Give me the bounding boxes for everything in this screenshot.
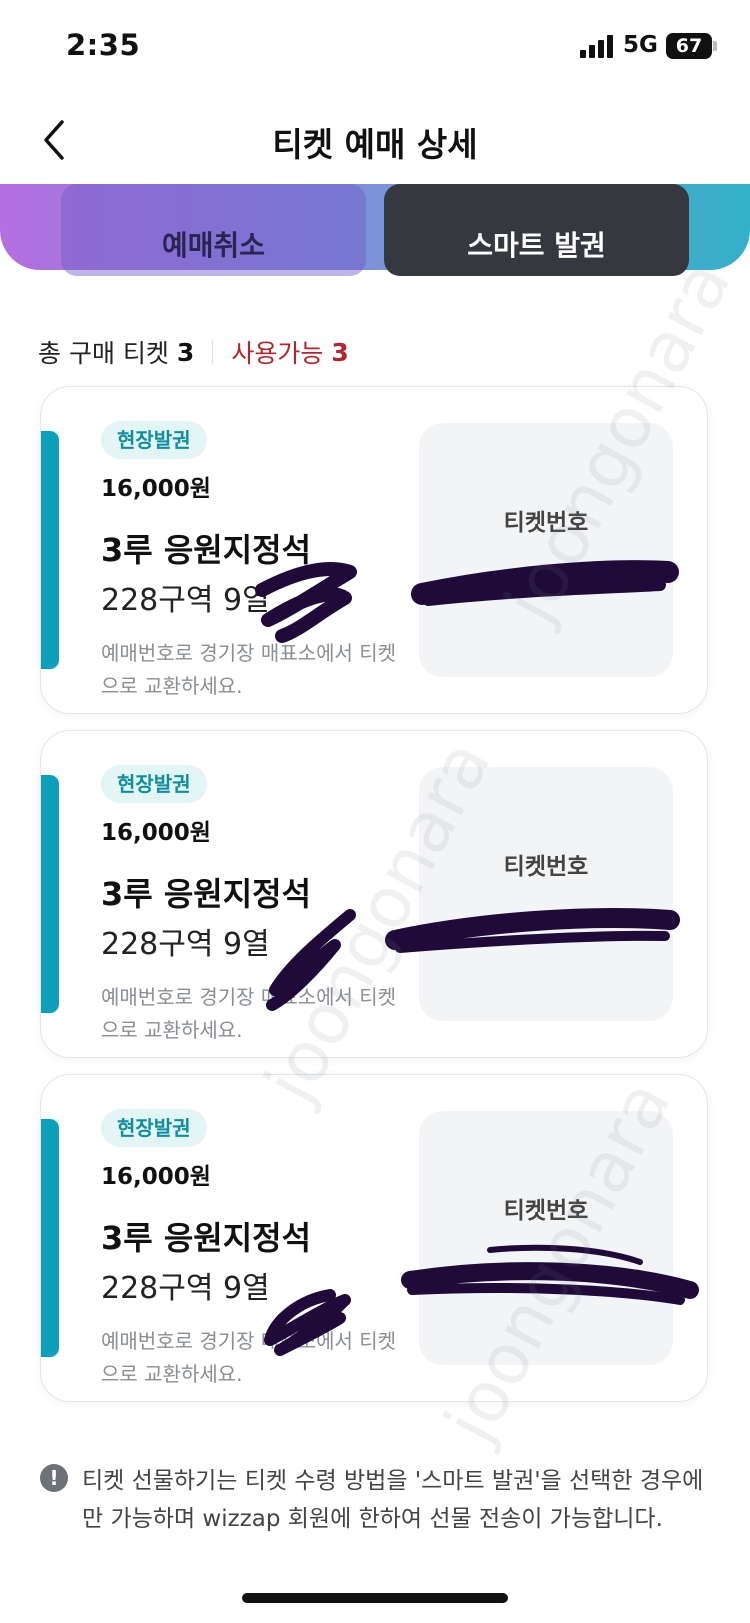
ticket-price: 16,000원 — [101, 820, 211, 846]
pickup-note: 예매번호로 경기장 매표소에서 티켓으로 교환하세요. — [101, 641, 397, 698]
seat-section: 228구역 9열 — [101, 583, 270, 618]
seat-section: 228구역 9열 — [101, 927, 270, 962]
ticket-number-label: 티켓번호 — [503, 854, 589, 880]
smart-ticket-button[interactable]: 스마트 발권 — [384, 184, 689, 276]
ticket-summary: 총 구매 티켓 3 사용가능 3 — [38, 334, 349, 370]
notice-text: 티켓 선물하기는 티켓 수령 방법을 '스마트 발권'을 선택한 경우에만 가능… — [82, 1468, 704, 1532]
status-bar: 2:35 5G 67 — [0, 0, 750, 96]
seat-type: 3루 응원지정석 — [101, 1219, 312, 1257]
pickup-type-badge: 현장발권 — [101, 765, 207, 803]
seat-type: 3루 응원지정석 — [101, 875, 312, 913]
page-title: 티켓 예매 상세 — [272, 125, 478, 164]
ticket-number-label: 티켓번호 — [503, 1198, 589, 1224]
ticket-accent-bar — [41, 775, 59, 1013]
ticket-accent-bar — [41, 431, 59, 669]
header: 티켓 예매 상세 — [0, 98, 750, 184]
ticket-card[interactable]: 현장발권 16,000원 3루 응원지정석 228구역 9열 예매번호로 경기장… — [40, 730, 708, 1058]
home-indicator[interactable] — [242, 1593, 508, 1603]
ticket-accent-bar — [41, 1119, 59, 1357]
ticket-number-box: 티켓번호 — [419, 767, 673, 1021]
signal-icon — [580, 34, 614, 58]
ticket-number-box: 티켓번호 — [419, 1111, 673, 1365]
ticket-price: 16,000원 — [101, 1164, 211, 1190]
available-label: 사용가능 — [231, 339, 324, 368]
total-tickets-count: 3 — [176, 337, 195, 367]
pickup-type-badge: 현장발권 — [101, 421, 207, 459]
network-label: 5G — [623, 32, 658, 58]
ticket-price: 16,000원 — [101, 476, 211, 502]
info-icon: ! — [40, 1464, 68, 1492]
pickup-note: 예매번호로 경기장 매표소에서 티켓으로 교환하세요. — [101, 985, 397, 1042]
battery-icon: 67 — [666, 33, 712, 59]
ticket-card[interactable]: 현장발권 16,000원 3루 응원지정석 228구역 9열 예매번호로 경기장… — [40, 386, 708, 714]
pickup-type-badge: 현장발권 — [101, 1109, 207, 1147]
total-tickets-label: 총 구매 티켓 — [38, 339, 169, 368]
battery-tip — [713, 41, 717, 51]
ticket-number-box: 티켓번호 — [419, 423, 673, 677]
ticket-card[interactable]: 현장발권 16,000원 3루 응원지정석 228구역 9열 예매번호로 경기장… — [40, 1074, 708, 1402]
summary-divider — [212, 340, 214, 364]
battery-level: 67 — [675, 35, 703, 57]
gift-notice: ! 티켓 선물하기는 티켓 수령 방법을 '스마트 발권'을 선택한 경우에만 … — [40, 1462, 710, 1558]
status-time: 2:35 — [66, 28, 141, 62]
cancel-reservation-button[interactable]: 예매취소 — [61, 184, 366, 276]
available-count: 3 — [331, 337, 349, 367]
seat-section: 228구역 9열 — [101, 1271, 270, 1306]
ticket-number-label: 티켓번호 — [503, 510, 589, 536]
pickup-note: 예매번호로 경기장 매표소에서 티켓으로 교환하세요. — [101, 1329, 397, 1386]
seat-type: 3루 응원지정석 — [101, 531, 312, 569]
